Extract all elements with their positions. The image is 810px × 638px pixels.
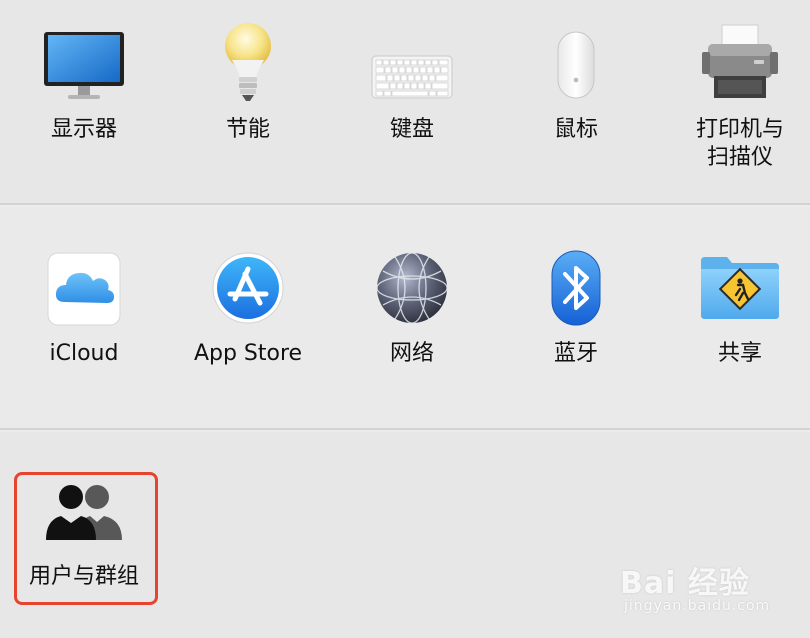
icloud-icon	[47, 252, 121, 330]
pref-pane-printers-scanners[interactable]: 打印机与 扫描仪	[665, 0, 810, 200]
pref-pane-label: 网络	[389, 341, 434, 366]
pref-pane-label: 共享	[717, 341, 762, 366]
pref-pane-displays[interactable]: 显示器	[9, 0, 159, 200]
pref-pane-label: 显示器	[50, 117, 117, 142]
internet-wireless-row: iCloud App Store 网络 蓝牙 共享	[0, 207, 810, 430]
pref-pane-label: 打印机与 扫描仪	[695, 117, 784, 170]
sharing-folder-icon	[699, 255, 781, 325]
bluetooth-icon	[550, 249, 602, 331]
pref-pane-energy-saver[interactable]: 节能	[173, 0, 323, 200]
baidu-watermark: Bai 经验 jingyan.baidu.com	[620, 548, 800, 628]
pref-pane-icloud[interactable]: iCloud	[9, 207, 159, 422]
mouse-icon	[555, 30, 597, 104]
pref-pane-label: App Store	[193, 341, 303, 366]
printer-icon	[700, 22, 780, 106]
display-icon	[42, 30, 126, 106]
pref-pane-keyboard[interactable]: 键盘	[337, 0, 487, 200]
pref-pane-label: iCloud	[49, 341, 119, 366]
selection-highlight	[14, 472, 158, 605]
pref-pane-sharing[interactable]: 共享	[665, 207, 810, 422]
hardware-preferences-row: 显示器 节能 键盘 鼠标 打印机与 扫描仪	[0, 0, 810, 205]
watermark-url: jingyan.baidu.com	[624, 598, 771, 614]
pref-pane-mouse[interactable]: 鼠标	[501, 0, 651, 200]
pref-pane-label: 蓝牙	[553, 341, 598, 366]
pref-pane-network[interactable]: 网络	[337, 207, 487, 422]
pref-pane-label: 节能	[225, 117, 270, 142]
network-globe-icon	[375, 251, 449, 329]
lightbulb-icon	[220, 22, 276, 108]
pref-pane-label: 键盘	[389, 117, 434, 142]
pref-pane-label: 鼠标	[553, 117, 598, 142]
keyboard-icon	[371, 55, 453, 103]
pref-pane-app-store[interactable]: App Store	[173, 207, 323, 422]
app-store-icon	[211, 251, 285, 329]
pref-pane-bluetooth[interactable]: 蓝牙	[501, 207, 651, 422]
watermark-brand: Bai 经验	[620, 566, 750, 601]
